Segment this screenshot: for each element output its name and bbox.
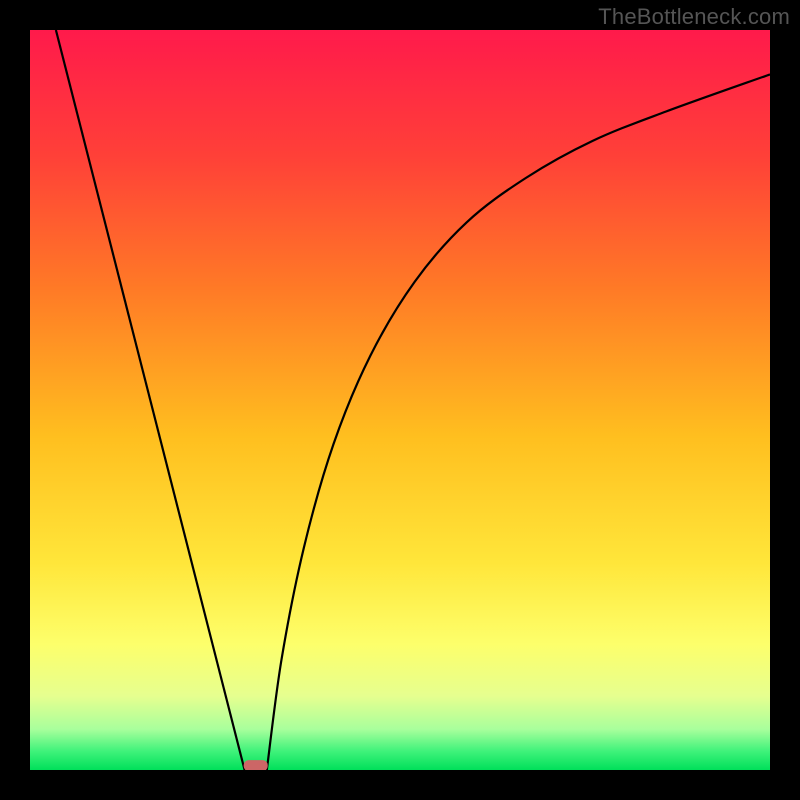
minimum-marker <box>244 760 268 770</box>
gradient-background <box>30 30 770 770</box>
chart-svg <box>30 30 770 770</box>
chart-frame: TheBottleneck.com <box>0 0 800 800</box>
watermark-label: TheBottleneck.com <box>598 4 790 30</box>
plot-area <box>30 30 770 770</box>
